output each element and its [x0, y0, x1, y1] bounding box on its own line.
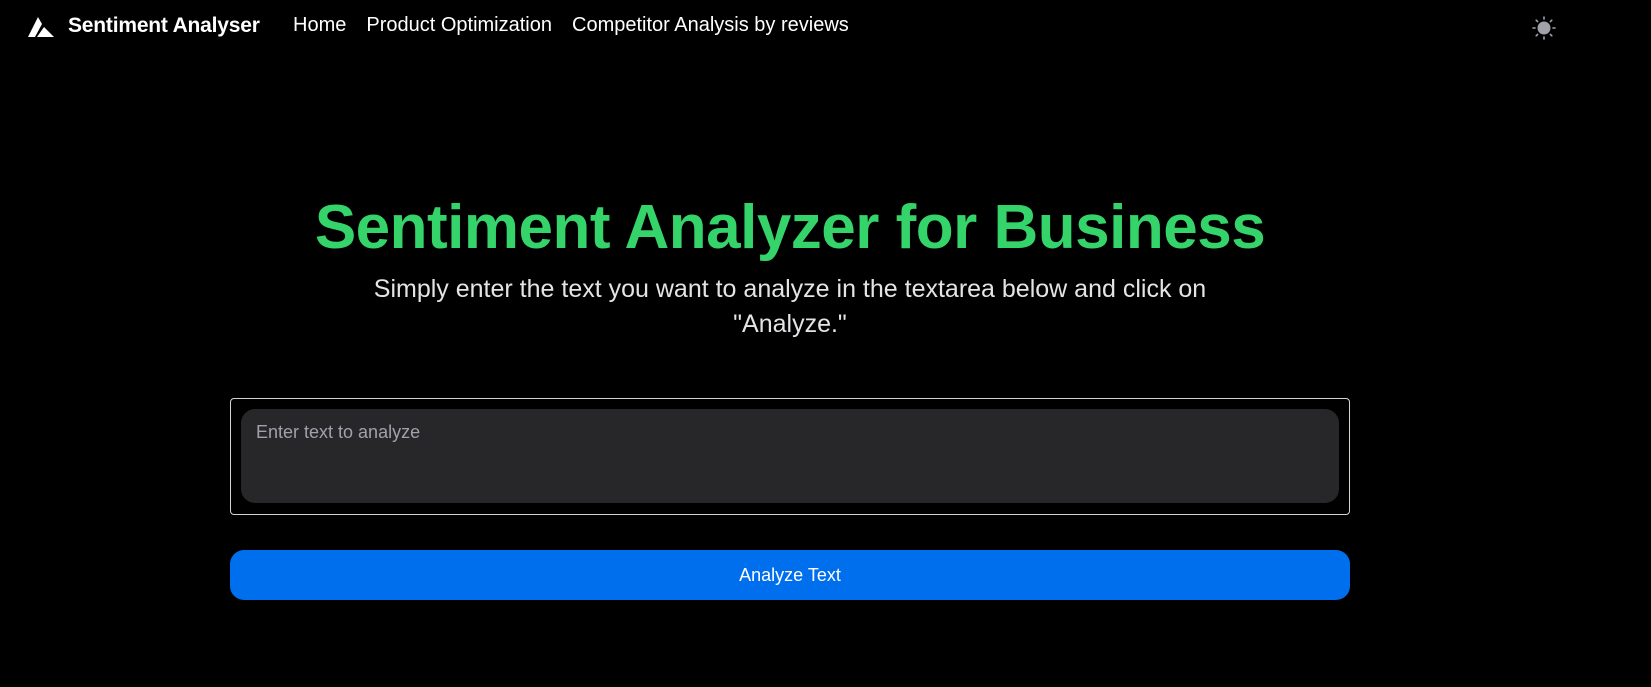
page-subtitle: Simply enter the text you want to analyz…: [373, 275, 1207, 338]
nav-links: Home Product Optimization Competitor Ana…: [293, 14, 849, 37]
triangle-logo-icon: [28, 17, 54, 37]
analyze-text-input[interactable]: [241, 409, 1339, 503]
navbar: Sentiment Analyser Home Product Optimiza…: [0, 0, 1651, 56]
brand-name: Sentiment Analyser: [68, 14, 260, 37]
text-input-frame: [230, 398, 1350, 515]
analyze-text-button[interactable]: Analyze Text: [230, 550, 1350, 600]
nav-link-product-optimization[interactable]: Product Optimization: [366, 14, 552, 37]
brand-link[interactable]: Sentiment Analyser: [28, 14, 260, 38]
nav-link-home[interactable]: Home: [293, 14, 346, 37]
nav-link-competitor-analysis[interactable]: Competitor Analysis by reviews: [572, 14, 849, 37]
sun-icon: [1532, 16, 1556, 40]
theme-toggle-button[interactable]: [1530, 14, 1558, 42]
page-title: Sentiment Analyzer for Business: [314, 193, 1266, 262]
hero-section: Sentiment Analyzer for Business Simply e…: [0, 188, 1580, 342]
